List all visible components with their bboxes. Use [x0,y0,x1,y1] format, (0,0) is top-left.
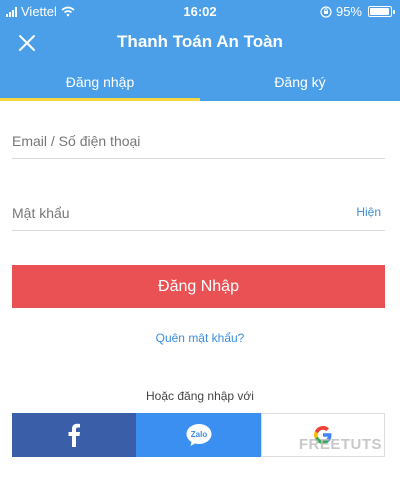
social-login-label: Hoặc đăng nhập với [146,389,254,403]
zalo-login-button[interactable]: Zalo [136,413,261,457]
title-bar: Thanh Toán An Toàn [0,22,400,62]
password-field-container: Hiện [12,195,385,231]
page-title: Thanh Toán An Toàn [117,32,283,51]
tab-register[interactable]: Đăng ký [200,62,400,101]
tab-login[interactable]: Đăng nhập [0,62,200,101]
password-field[interactable] [12,195,385,230]
zalo-label: Zalo [190,430,207,439]
email-field[interactable] [12,123,385,158]
app-header: Viettel 16:02 95% Thanh Toán An Toàn Đăn… [0,0,400,101]
watermark: FREETUTS [298,436,382,453]
email-field-container [12,123,385,159]
login-button[interactable]: Đăng Nhập [12,265,385,308]
battery-percent: 95% [335,4,362,19]
show-password-link[interactable]: Hiện [356,205,381,219]
forgot-password-link[interactable]: Quên mật khẩu? [0,331,400,345]
orientation-lock-icon [320,5,332,18]
facebook-icon [68,423,80,447]
status-right: 95% [320,4,395,19]
status-bar: Viettel 16:02 95% [0,0,400,22]
facebook-login-button[interactable] [12,413,136,457]
zalo-icon: Zalo [186,424,211,446]
auth-tabs: Đăng nhập Đăng ký [0,62,400,101]
battery-icon [368,6,395,17]
